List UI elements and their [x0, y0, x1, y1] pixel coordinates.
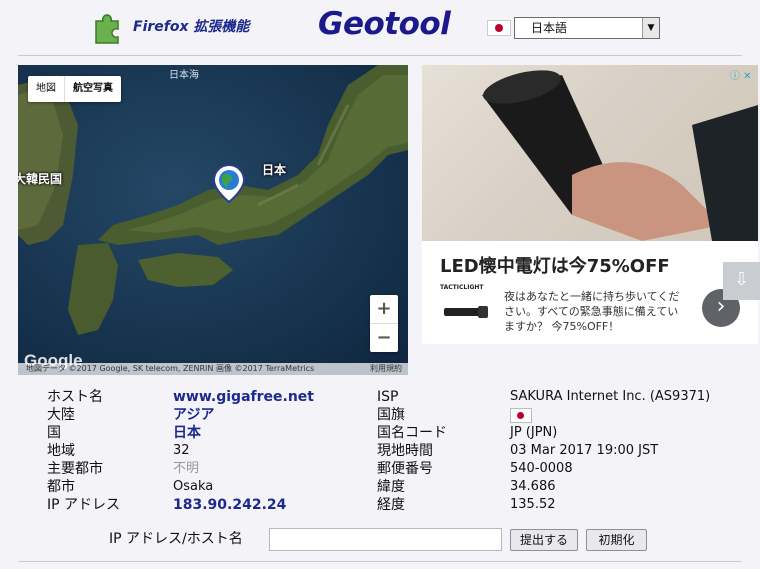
sea-of-japan-label: 日本海	[169, 70, 199, 81]
postal-code-value: 540-0008	[510, 461, 573, 476]
zoom-out-button[interactable]: −	[370, 324, 398, 352]
flag-label: 国旗	[377, 407, 405, 423]
continent-label: 大陸	[47, 407, 75, 423]
ad-title[interactable]: LED懐中電灯は今75%OFF	[440, 252, 670, 278]
latitude-value: 34.686	[510, 479, 556, 494]
geotool-logo[interactable]: Geotool	[318, 6, 451, 42]
major-city-value: 不明	[173, 461, 200, 476]
major-city-label: 主要都市	[47, 461, 103, 477]
terms-link[interactable]: 利用規約	[362, 363, 402, 375]
hostname-value[interactable]: www.gigafree.net	[173, 388, 314, 406]
satellite-map[interactable]	[18, 65, 408, 375]
hostname-label: ホスト名	[47, 389, 103, 405]
tab-satellite[interactable]: 航空写真	[64, 76, 121, 102]
ip-value[interactable]: 183.90.242.24	[173, 496, 286, 514]
divider	[18, 55, 742, 56]
ad-brand: TACTICLIGHT	[440, 284, 484, 291]
japan-flag-icon	[487, 20, 511, 36]
submit-button[interactable]: 提出する	[510, 529, 578, 551]
region-label: 地域	[47, 443, 75, 459]
city-value: Osaka	[173, 479, 214, 494]
latitude-label: 緯度	[377, 479, 405, 495]
isp-value: SAKURA Internet Inc. (AS9371)	[510, 389, 711, 404]
query-label: IP アドレス/ホスト名	[109, 531, 243, 547]
ad-description[interactable]: 夜はあなたと一緒に持ち歩いてください。すべての緊急事態に備えていますか？ 今75…	[504, 289, 684, 334]
map-type-tabs: 地図 航空写真	[28, 76, 121, 102]
header: Firefox 拡張機能 Geotool 日本語 ▼	[0, 0, 760, 56]
divider	[18, 561, 742, 562]
advertisement[interactable]: ⓘ ✕ LED懐中電灯は今75%OFF TACTICLIGHT 夜はあなたと一緒…	[422, 65, 758, 344]
japan-label: 日本	[262, 163, 287, 177]
isp-label: ISP	[377, 389, 399, 405]
japan-flag-icon	[510, 407, 532, 423]
flashlight-thumbnail-icon	[444, 306, 488, 318]
local-time-label: 現地時間	[377, 443, 433, 459]
map-attribution: 地図データ ©2017 Google, SK telecom, ZENRIN 画…	[18, 363, 408, 375]
attribution-text: 地図データ ©2017 Google, SK telecom, ZENRIN 画…	[26, 364, 315, 373]
reset-button[interactable]: 初期化	[586, 529, 647, 551]
flag-value	[510, 406, 532, 424]
country-value[interactable]: 日本	[173, 424, 201, 442]
ad-info-icon[interactable]: ⓘ ✕	[730, 67, 752, 82]
zoom-in-button[interactable]: +	[370, 295, 398, 324]
country-code-label: 国名コード	[377, 425, 447, 441]
ip-label: IP アドレス	[47, 497, 121, 513]
postal-code-label: 郵便番号	[377, 461, 433, 477]
ip-hostname-input[interactable]	[269, 528, 502, 551]
country-label: 国	[47, 425, 61, 441]
region-value: 32	[173, 443, 190, 458]
tab-map[interactable]: 地図	[28, 76, 64, 102]
country-code-value: JP (JPN)	[510, 425, 558, 440]
language-select[interactable]: 日本語 ▼	[514, 17, 660, 39]
ad-image[interactable]	[422, 65, 758, 241]
korea-label: 大韓民国	[18, 172, 63, 186]
city-label: 都市	[47, 479, 75, 495]
puzzle-piece-icon	[95, 14, 119, 44]
longitude-label: 経度	[377, 497, 405, 513]
continent-value[interactable]: アジア	[173, 406, 214, 424]
longitude-value: 135.52	[510, 497, 556, 512]
language-select-value: 日本語	[531, 21, 568, 35]
chevron-down-icon[interactable]: ▼	[642, 18, 659, 38]
local-time-value: 03 Mar 2017 19:00 JST	[510, 443, 659, 458]
extension-label: Firefox 拡張機能	[133, 19, 250, 35]
download-icon[interactable]: ⇩	[723, 262, 760, 300]
map-view[interactable]: 日本海 大韓民国 日本 地図 航空写真 + − Google 地図データ ©20…	[18, 65, 408, 375]
zoom-control: + −	[370, 295, 398, 352]
